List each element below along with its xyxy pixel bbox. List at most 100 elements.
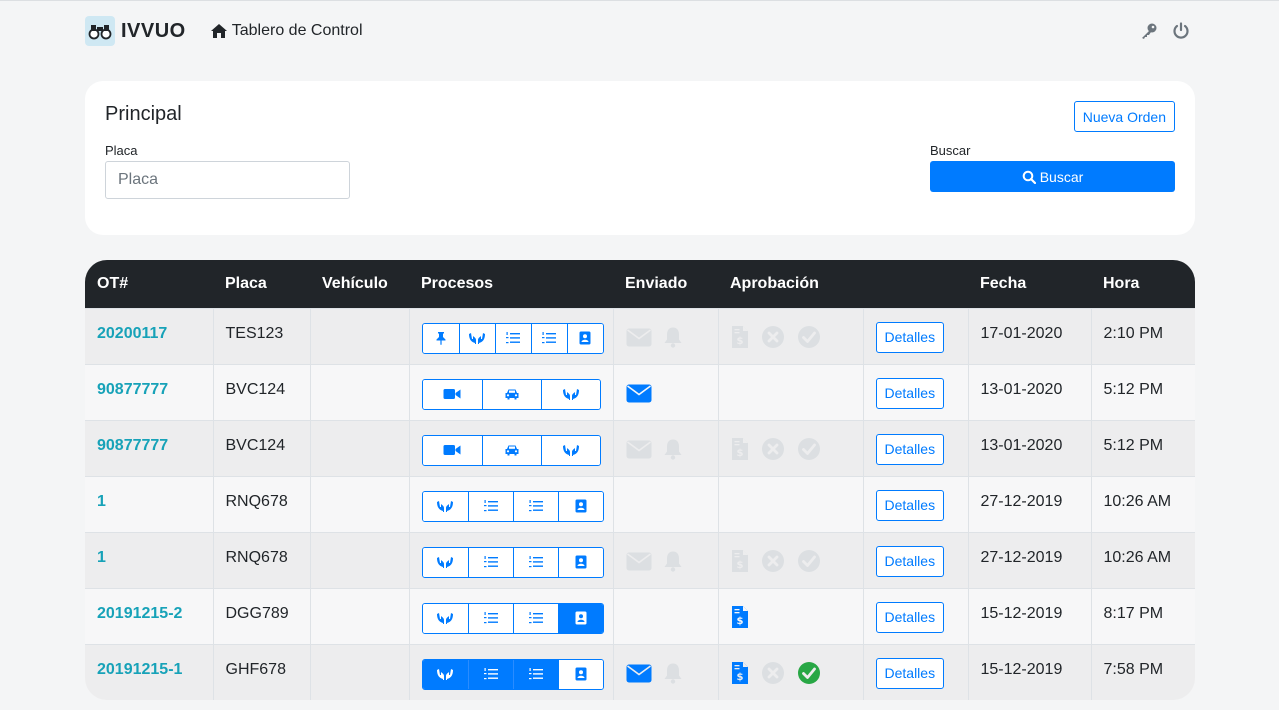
- ot-link[interactable]: 20191215-2: [97, 605, 182, 622]
- hora-value: 7:58 PM: [1103, 660, 1164, 678]
- details-button[interactable]: Detalles: [875, 433, 945, 465]
- power-icon[interactable]: [1172, 22, 1190, 40]
- ot-link[interactable]: 20191215-1: [97, 661, 182, 678]
- new-order-button[interactable]: Nueva Orden: [1073, 101, 1175, 132]
- list-ol-process-button[interactable]: [512, 491, 558, 521]
- hands-icon: [436, 555, 454, 569]
- procesos-cell: [408, 587, 613, 644]
- process-button-group: [421, 434, 601, 466]
- binoculars-logo-icon[interactable]: [85, 16, 115, 46]
- envelope-icon[interactable]: [626, 384, 652, 403]
- list-ol-process-button[interactable]: [467, 603, 513, 633]
- ot-link[interactable]: 1: [97, 493, 106, 510]
- placa-cell: DGG789: [212, 587, 310, 644]
- car-process-button[interactable]: [481, 379, 541, 409]
- list-ol-process-button[interactable]: [512, 547, 558, 577]
- list-ol-process-button[interactable]: [494, 323, 531, 353]
- svg-text:$: $: [736, 616, 743, 627]
- table-header-row: OT# Placa Vehículo Procesos Enviado Aprobació…: [85, 260, 1195, 308]
- column-header: Placa: [225, 274, 267, 292]
- check-circle-icon[interactable]: [797, 661, 821, 685]
- placa-value: DGG789: [225, 604, 289, 622]
- contact-card-process-button[interactable]: [557, 547, 603, 577]
- hands-icon: [468, 331, 486, 345]
- hands-process-button[interactable]: [422, 659, 468, 689]
- hora-cell: 5:12 PM: [1090, 363, 1195, 420]
- brand-name[interactable]: IVVUO: [121, 20, 186, 43]
- hora-cell: 10:26 AM: [1090, 531, 1195, 588]
- envelope-icon[interactable]: [626, 664, 652, 683]
- contact-card-icon: [575, 611, 587, 625]
- column-header: Fecha: [980, 274, 1027, 292]
- search-button-label: Buscar: [1039, 168, 1084, 185]
- enviado-cell: [612, 363, 718, 420]
- ot-cell: 90877777: [85, 363, 213, 420]
- details-button[interactable]: Detalles: [875, 657, 945, 689]
- svg-text:$: $: [736, 672, 743, 683]
- list-ol-icon: [541, 331, 557, 345]
- details-button[interactable]: Detalles: [875, 601, 945, 633]
- hora-value: 5:12 PM: [1103, 436, 1164, 454]
- fecha-value: 15-12-2019: [980, 604, 1063, 622]
- hands-process-button[interactable]: [422, 491, 468, 521]
- home-link[interactable]: Tablero de Control: [210, 22, 363, 40]
- hands-process-button[interactable]: [540, 379, 600, 409]
- contact-card-process-button[interactable]: [566, 323, 603, 353]
- vehiculo-cell: [309, 587, 409, 644]
- search-button[interactable]: Buscar: [930, 161, 1175, 192]
- video-process-button[interactable]: [422, 379, 482, 409]
- ot-cell: 90877777: [85, 419, 213, 476]
- details-button[interactable]: Detalles: [875, 321, 945, 353]
- hora-value: 10:26 AM: [1103, 492, 1172, 510]
- ot-link[interactable]: 90877777: [97, 381, 168, 398]
- hands-icon: [436, 611, 454, 625]
- pin-process-button[interactable]: [422, 323, 459, 353]
- list-ol-process-button[interactable]: [467, 491, 513, 521]
- details-button[interactable]: Detalles: [875, 377, 945, 409]
- table-row: 20191215-2 DGG789 $ Detalles 15-12-2019 8:17 …: [85, 587, 1195, 644]
- details-button[interactable]: Detalles: [875, 489, 945, 521]
- video-icon: [443, 444, 461, 456]
- envelope-icon: [626, 328, 652, 347]
- details-button[interactable]: Detalles: [875, 545, 945, 577]
- video-process-button[interactable]: [422, 435, 482, 465]
- card-title: Principal: [105, 103, 182, 125]
- hora-cell: 7:58 PM: [1090, 643, 1195, 700]
- column-header: OT#: [97, 274, 129, 292]
- ot-link[interactable]: 90877777: [97, 437, 168, 454]
- list-ol-process-button[interactable]: [512, 603, 558, 633]
- contact-card-process-button[interactable]: [557, 491, 603, 521]
- check-circle-icon: [797, 549, 821, 573]
- hands-process-button[interactable]: [422, 603, 468, 633]
- placa-cell: TES123: [212, 307, 310, 364]
- hands-process-button[interactable]: [422, 547, 468, 577]
- fecha-value: 27-12-2019: [980, 548, 1063, 566]
- list-ol-icon: [505, 331, 521, 345]
- hands-process-button[interactable]: [540, 435, 600, 465]
- ot-link[interactable]: 20200117: [97, 325, 167, 342]
- ot-cell: 1: [85, 475, 213, 532]
- list-ol-process-button[interactable]: [530, 323, 567, 353]
- ot-link[interactable]: 1: [97, 549, 106, 566]
- invoice-icon[interactable]: $: [731, 605, 749, 629]
- placa-cell: BVC124: [212, 419, 310, 476]
- invoice-icon[interactable]: $: [731, 661, 749, 685]
- table-row: 90877777 BVC124 Detalles 13-01-2020 5:12 PM: [85, 363, 1195, 420]
- placa-value: BVC124: [225, 380, 286, 398]
- placa-input[interactable]: Placa: [105, 161, 350, 199]
- car-process-button[interactable]: [481, 435, 541, 465]
- list-ol-process-button[interactable]: [467, 547, 513, 577]
- hands-process-button[interactable]: [458, 323, 495, 353]
- list-ol-process-button[interactable]: [467, 659, 513, 689]
- bell-icon: [662, 550, 684, 572]
- hora-value: 10:26 AM: [1103, 548, 1172, 566]
- contact-card-process-button[interactable]: [557, 659, 603, 689]
- procesos-cell: [408, 307, 613, 364]
- key-icon[interactable]: [1140, 22, 1158, 40]
- placa-cell: GHF678: [212, 643, 310, 700]
- vehiculo-cell: [309, 475, 409, 532]
- svg-text:$: $: [736, 560, 743, 571]
- contact-card-process-button[interactable]: [557, 603, 603, 633]
- list-ol-process-button[interactable]: [512, 659, 558, 689]
- details-cell: Detalles: [862, 531, 968, 588]
